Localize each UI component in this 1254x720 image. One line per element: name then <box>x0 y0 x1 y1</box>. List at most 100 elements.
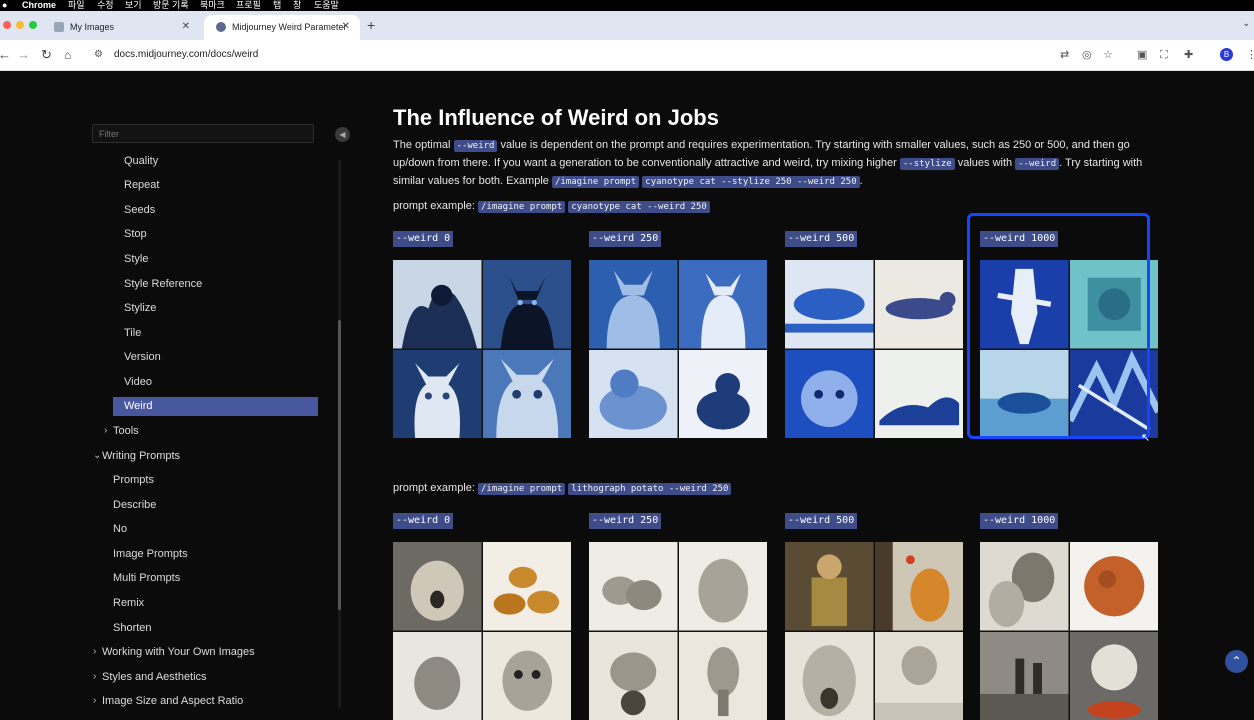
cyanotype-cat-image[interactable] <box>483 350 572 439</box>
sidebar-item-seeds[interactable]: Seeds <box>124 203 155 217</box>
sidebar-item-style-reference[interactable]: Style Reference <box>124 277 202 291</box>
maximize-window-icon[interactable] <box>29 21 37 29</box>
lithograph-potato-image[interactable] <box>679 542 768 631</box>
filter-input[interactable] <box>92 124 314 143</box>
menu-item[interactable]: 방문 기록 <box>153 0 189 11</box>
cyanotype-cat-image[interactable] <box>393 350 482 439</box>
sidebar-item-styles-and-aesthetics[interactable]: Styles and Aesthetics <box>102 670 207 684</box>
url-text[interactable]: docs.midjourney.com/docs/weird <box>114 49 258 61</box>
lithograph-potato-image[interactable] <box>1070 542 1159 631</box>
browser-toolbar: ← → ↻ ⌂ ⚙ docs.midjourney.com/docs/weird… <box>0 40 1254 71</box>
profile-avatar[interactable]: B <box>1220 48 1233 61</box>
sidebar-item-prompts[interactable]: Prompts <box>113 473 154 487</box>
sidebar-item-style[interactable]: Style <box>124 252 148 266</box>
address-bar[interactable]: ⚙ docs.midjourney.com/docs/weird <box>88 44 1128 66</box>
image-grid-potato-weird-0[interactable] <box>393 542 571 720</box>
chevron-down-icon[interactable]: ⌄ <box>93 449 101 463</box>
sidebar-item-working-with-your-own-images[interactable]: Working with Your Own Images <box>102 645 255 659</box>
chevron-right-icon[interactable]: › <box>93 645 96 659</box>
home-icon[interactable]: ⌂ <box>64 47 71 63</box>
menu-item[interactable]: 도움말 <box>314 0 339 11</box>
sidebar-item-image-size-and-aspect-ratio[interactable]: Image Size and Aspect Ratio <box>102 694 243 708</box>
bookmark-star-icon[interactable]: ☆ <box>1103 48 1113 62</box>
site-settings-icon[interactable]: ⚙ <box>94 48 103 62</box>
translate-icon[interactable]: ⇄ <box>1060 48 1069 62</box>
cyanotype-cat-image[interactable] <box>483 260 572 349</box>
sidebar-item-writing-prompts[interactable]: Writing Prompts <box>102 449 180 463</box>
lithograph-potato-image[interactable] <box>483 542 572 631</box>
cyanotype-cat-image[interactable] <box>785 350 874 439</box>
sidebar-item-repeat[interactable]: Repeat <box>124 178 159 192</box>
image-grid-potato-weird-250[interactable] <box>589 542 767 720</box>
scroll-to-top-button[interactable]: ⌃ <box>1225 650 1248 673</box>
weird-label: --weird 500 <box>785 231 857 247</box>
sidebar-item-no[interactable]: No <box>113 522 127 536</box>
close-tab-icon[interactable]: ✕ <box>342 21 350 33</box>
menu-item[interactable]: 프로필 <box>236 0 261 11</box>
chevron-right-icon[interactable]: › <box>93 670 96 684</box>
lithograph-potato-image[interactable] <box>393 542 482 631</box>
cyanotype-cat-image[interactable] <box>679 350 768 439</box>
sidebar-item-multi-prompts[interactable]: Multi Prompts <box>113 571 180 585</box>
back-icon[interactable]: ← <box>0 47 11 63</box>
tab-search-chevron-icon[interactable]: ⌄ <box>1242 18 1250 29</box>
sidebar-item-shorten[interactable]: Shorten <box>113 621 152 635</box>
reload-icon[interactable]: ↻ <box>41 47 52 63</box>
image-grid-weird-500[interactable] <box>785 260 963 438</box>
sidebar-item-remix[interactable]: Remix <box>113 596 144 610</box>
weird-label: --weird 0 <box>393 513 453 529</box>
cyanotype-cat-image[interactable] <box>785 260 874 349</box>
cyanotype-cat-image[interactable] <box>589 260 678 349</box>
lithograph-potato-image[interactable] <box>875 542 964 631</box>
menu-item[interactable]: 수정 <box>97 0 114 11</box>
chevron-right-icon[interactable]: › <box>93 694 96 708</box>
menu-item[interactable]: 보기 <box>125 0 142 11</box>
para-text: . <box>860 175 863 187</box>
extensions-icon[interactable]: ✚ <box>1184 48 1193 62</box>
menu-item[interactable]: 창 <box>293 0 301 11</box>
image-grid-potato-weird-1000[interactable] <box>980 542 1158 720</box>
sidebar-item-stylize[interactable]: Stylize <box>124 301 156 315</box>
more-menu-icon[interactable]: ⋮ <box>1246 48 1254 62</box>
sidebar-item-tools[interactable]: Tools <box>113 424 139 438</box>
cyanotype-cat-image[interactable] <box>393 260 482 349</box>
close-tab-icon[interactable]: ✕ <box>182 21 190 33</box>
image-grid-weird-0[interactable] <box>393 260 571 438</box>
image-grid-potato-weird-500[interactable] <box>785 542 963 720</box>
image-grid-weird-250[interactable] <box>589 260 767 438</box>
cyanotype-cat-image[interactable] <box>679 260 768 349</box>
inline-code: cyanotype cat --stylize 250 --weird 250 <box>642 176 859 188</box>
new-tab-icon[interactable]: + <box>367 17 375 33</box>
cyanotype-cat-image[interactable] <box>875 350 964 439</box>
menu-item[interactable]: 북마크 <box>200 0 225 11</box>
screen-capture-icon[interactable]: ⛶ <box>1160 48 1168 62</box>
sidebar-item-describe[interactable]: Describe <box>113 498 156 512</box>
sidebar-item-tile[interactable]: Tile <box>124 326 141 340</box>
eye-off-icon[interactable]: ◎ <box>1082 48 1092 62</box>
menu-item[interactable]: 파일 <box>68 0 85 11</box>
lithograph-potato-image[interactable] <box>980 542 1069 631</box>
cat-sketch-image[interactable] <box>875 260 964 349</box>
tab-my-images[interactable]: My Images ✕ <box>42 15 200 40</box>
sidebar-item-stop[interactable]: Stop <box>124 227 147 241</box>
apple-icon[interactable]: ● <box>2 0 7 11</box>
tab-midjourney-weird[interactable]: Midjourney Weird Parameter ✕ <box>204 15 360 40</box>
cyanotype-cat-image[interactable] <box>589 350 678 439</box>
lithograph-potato-image[interactable] <box>785 542 874 631</box>
menu-app-name[interactable]: Chrome <box>22 0 56 11</box>
chevron-right-icon[interactable]: › <box>104 424 107 438</box>
sidebar-item-weird[interactable]: Weird <box>113 397 318 416</box>
forward-icon[interactable]: → <box>17 47 30 63</box>
collapse-sidebar-icon[interactable]: ◀ <box>335 127 350 142</box>
sidebar-item-video[interactable]: Video <box>124 375 152 389</box>
menu-item[interactable]: 탭 <box>273 0 281 11</box>
sidebar-item-version[interactable]: Version <box>124 350 161 364</box>
lithograph-potato-image[interactable] <box>589 542 678 631</box>
minimize-window-icon[interactable] <box>16 21 24 29</box>
inline-code: --weird <box>454 140 498 152</box>
close-window-icon[interactable] <box>3 21 11 29</box>
sidebar-scrollbar-thumb[interactable] <box>338 320 341 610</box>
sidebar-item-quality[interactable]: Quality <box>124 154 158 168</box>
camera-icon[interactable]: ▣ <box>1137 48 1147 62</box>
sidebar-item-image-prompts[interactable]: Image Prompts <box>113 547 188 561</box>
